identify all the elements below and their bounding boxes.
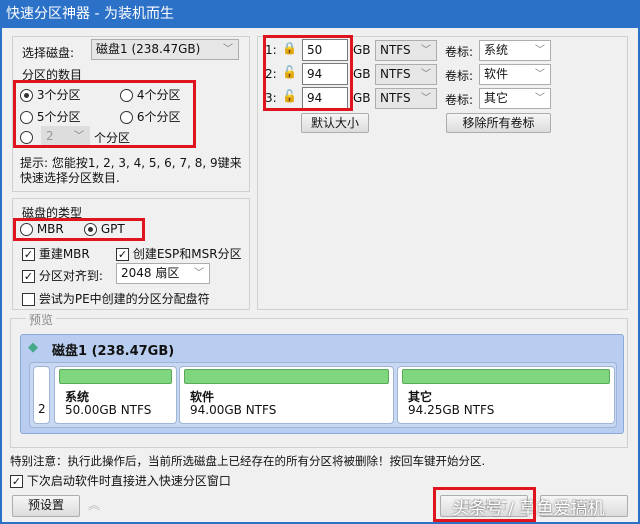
partition-size-input[interactable]: 94 bbox=[302, 87, 348, 109]
partition-info: 50.00GB NTFS bbox=[65, 403, 152, 417]
unlock-icon[interactable]: 🔓 bbox=[282, 89, 297, 103]
auto-enter-checkbox[interactable]: ✓ 下次启动软件时直接进入快速分区窗口 bbox=[10, 472, 231, 489]
size-unit: GB bbox=[353, 91, 371, 105]
radio-5-partitions[interactable]: 5个分区 bbox=[20, 108, 80, 125]
preview-label: 预览 bbox=[26, 311, 57, 328]
assign-pe-checkbox[interactable]: 尝试为PE中创建的分区分配盘符 bbox=[22, 290, 210, 307]
hint-text: 提示: 您能按1, 2, 3, 4, 5, 6, 7, 8, 9键来快速选择分区… bbox=[20, 156, 242, 185]
watermark: 头条号 / 草鱼爱搞机 bbox=[452, 499, 605, 519]
disk-select-label: 选择磁盘: bbox=[22, 46, 75, 60]
radio-gpt[interactable]: GPT bbox=[84, 222, 125, 236]
create-esp-checkbox[interactable]: ✓ 创建ESP和MSR分区 bbox=[116, 245, 242, 262]
disk-title: 磁盘1 (238.47GB) bbox=[52, 344, 175, 359]
partition-index: 3: bbox=[265, 91, 277, 105]
disk-icon: ◆ bbox=[28, 340, 38, 355]
disk-select[interactable]: 磁盘1 (238.47GB) ﹀ bbox=[91, 39, 239, 60]
radio-custom-partitions[interactable] bbox=[20, 130, 33, 144]
radio-mbr[interactable]: MBR bbox=[20, 222, 64, 236]
volume-label-select[interactable]: 其它 ﹀ bbox=[479, 88, 551, 109]
partition-info: 94.25GB NTFS bbox=[408, 403, 495, 417]
partition-count-label: 分区的数目 bbox=[22, 68, 83, 82]
disk-select-value: 磁盘1 (238.47GB) bbox=[96, 42, 201, 56]
custom-count-select[interactable]: 2 ﹀ bbox=[41, 126, 90, 147]
title-bar: 快速分区神器 - 为装机而生 bbox=[0, 0, 640, 28]
partition-index: 2: bbox=[265, 67, 277, 81]
lock-icon[interactable]: 🔒 bbox=[282, 41, 297, 55]
volume-label-caption: 卷标: bbox=[445, 45, 474, 59]
custom-suffix: 个分区 bbox=[94, 131, 131, 145]
expand-up-icon[interactable]: ︽ bbox=[88, 496, 100, 513]
volume-label-select[interactable]: 系统 ﹀ bbox=[479, 40, 551, 61]
volume-label-caption: 卷标: bbox=[445, 69, 474, 83]
filesystem-select[interactable]: NTFS ﹀ bbox=[375, 40, 437, 61]
preset-button[interactable]: 预设置 bbox=[12, 495, 80, 517]
partition-size-input[interactable]: 94 bbox=[302, 63, 348, 85]
partition-index: 1: bbox=[265, 43, 277, 57]
align-checkbox[interactable]: ✓ 分区对齐到: bbox=[22, 267, 103, 284]
radio-6-partitions[interactable]: 6个分区 bbox=[120, 108, 180, 125]
volume-label-caption: 卷标: bbox=[445, 93, 474, 107]
partition-size-input[interactable]: 50 bbox=[302, 39, 348, 61]
align-select[interactable]: 2048 扇区 ﹀ bbox=[116, 263, 210, 284]
default-size-button[interactable]: 默认大小 bbox=[301, 113, 369, 133]
usage-bar bbox=[59, 369, 172, 384]
size-unit: GB bbox=[353, 43, 371, 57]
warning-text: 特别注意：执行此操作后，当前所选磁盘上已经存在的所有分区将被删除！按回车键开始分… bbox=[10, 454, 486, 468]
chevron-down-icon: ﹀ bbox=[223, 44, 233, 55]
volume-label-select[interactable]: 软件 ﹀ bbox=[479, 64, 551, 85]
usage-bar bbox=[402, 369, 610, 384]
disk-type-label: 磁盘的类型 bbox=[22, 206, 83, 220]
remove-labels-button[interactable]: 移除所有卷标 bbox=[446, 113, 551, 133]
filesystem-select[interactable]: NTFS ﹀ bbox=[375, 64, 437, 85]
unlock-icon[interactable]: 🔓 bbox=[282, 65, 297, 79]
rebuild-mbr-checkbox[interactable]: ✓ 重建MBR bbox=[22, 245, 90, 262]
partition-info: 94.00GB NTFS bbox=[190, 403, 277, 417]
radio-4-partitions[interactable]: 4个分区 bbox=[120, 86, 180, 103]
reserved-index: 2 bbox=[38, 402, 46, 416]
usage-bar bbox=[184, 369, 389, 384]
radio-3-partitions[interactable]: 3个分区 bbox=[20, 86, 80, 103]
filesystem-select[interactable]: NTFS ﹀ bbox=[375, 88, 437, 109]
size-unit: GB bbox=[353, 67, 371, 81]
